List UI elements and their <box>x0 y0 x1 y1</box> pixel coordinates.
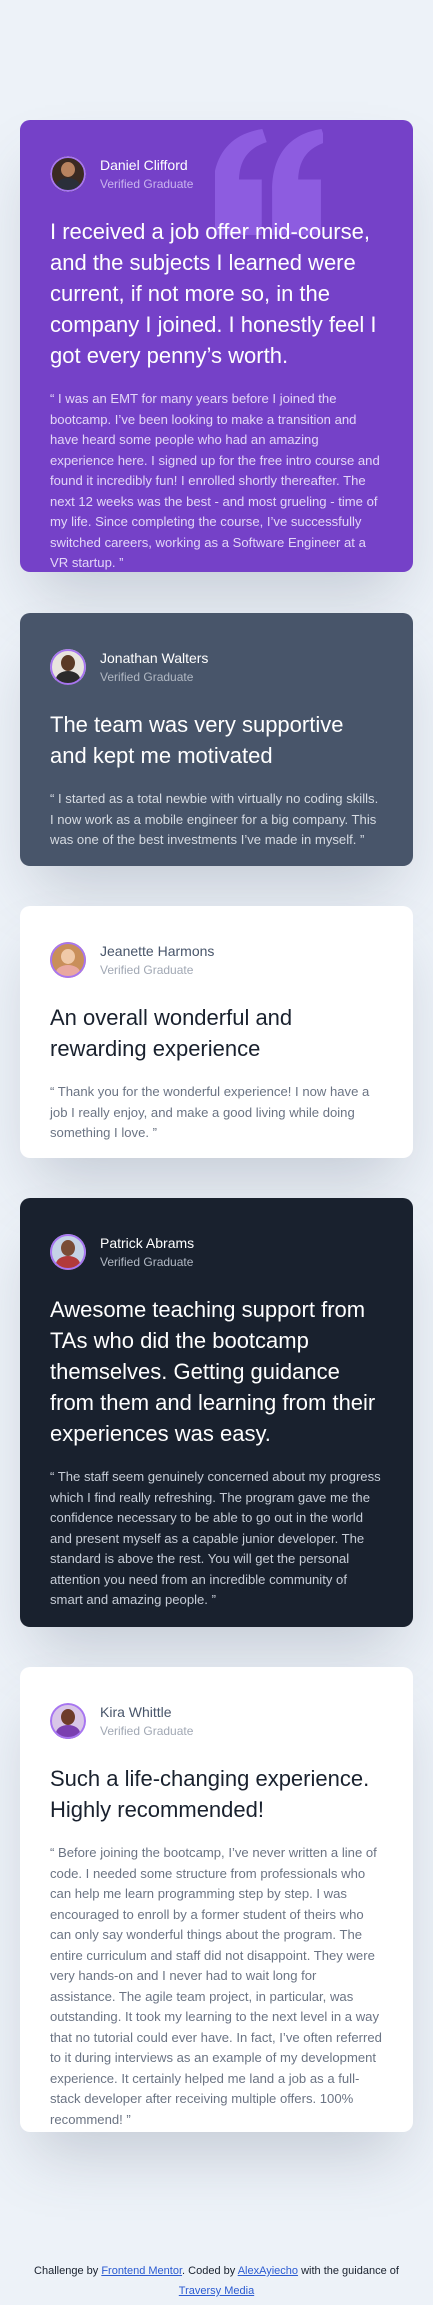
author-name: Kira Whittle <box>100 1704 172 1720</box>
testimonial-headline: The team was very supportive and kept me… <box>50 712 344 768</box>
avatar <box>50 942 86 978</box>
testimonial-headline: An overall wonderful and rewarding exper… <box>50 1005 293 1061</box>
footer-suffix: with the guidance of <box>301 2265 399 2277</box>
traversy-media-link[interactable]: Traversy Media <box>179 2285 254 2297</box>
testimonial-card-jeanette: Jeanette Harmons Verified Graduate An ov… <box>20 906 413 1158</box>
testimonial-headline: Such a life-changing experience. Highly … <box>50 1766 370 1822</box>
author-role: Verified Graduate <box>100 177 194 191</box>
testimonial-card-jonathan: Jonathan Walters Verified Graduate The t… <box>20 613 413 866</box>
testimonial-body: “ Thank you for the wonderful experience… <box>50 1084 370 1140</box>
author-info: Jeanette Harmons Verified Graduate <box>50 942 383 978</box>
testimonial-body: “ I started as a total newbie with virtu… <box>50 791 379 847</box>
testimonials-grid: Daniel Clifford Verified Graduate I rece… <box>0 0 433 2132</box>
avatar <box>50 1703 86 1739</box>
footer-prefix: Challenge by <box>34 2265 99 2277</box>
author-name: Daniel Clifford <box>100 157 188 173</box>
author-name: Jonathan Walters <box>100 650 209 666</box>
avatar <box>50 156 86 192</box>
author-info: Jonathan Walters Verified Graduate <box>50 649 383 685</box>
author-role: Verified Graduate <box>100 1724 194 1738</box>
author-name: Jeanette Harmons <box>100 943 215 959</box>
author-link[interactable]: AlexAyiecho <box>238 2265 298 2277</box>
testimonial-card-daniel: Daniel Clifford Verified Graduate I rece… <box>20 120 413 572</box>
testimonial-headline: I received a job offer mid-course, and t… <box>50 219 377 368</box>
avatar <box>50 1234 86 1270</box>
author-role: Verified Graduate <box>100 1255 194 1269</box>
footer-middle: . Coded by <box>182 2265 236 2277</box>
author-role: Verified Graduate <box>100 670 194 684</box>
testimonial-headline: Awesome teaching support from TAs who di… <box>50 1297 376 1446</box>
testimonial-body: “ Before joining the bootcamp, I’ve neve… <box>50 1845 382 2127</box>
testimonial-body: “ The staff seem genuinely concerned abo… <box>50 1469 381 1607</box>
author-name: Patrick Abrams <box>100 1235 195 1251</box>
testimonial-card-patrick: Patrick Abrams Verified Graduate Awesome… <box>20 1198 413 1627</box>
testimonial-body: “ I was an EMT for many years before I j… <box>50 391 380 570</box>
avatar <box>50 649 86 685</box>
author-info: Kira Whittle Verified Graduate <box>50 1703 383 1739</box>
author-info: Daniel Clifford Verified Graduate <box>50 156 383 192</box>
author-role: Verified Graduate <box>100 963 194 977</box>
attribution-footer: Challenge by Frontend Mentor. Coded by A… <box>0 2261 433 2301</box>
author-info: Patrick Abrams Verified Graduate <box>50 1234 383 1270</box>
frontend-mentor-link[interactable]: Frontend Mentor <box>101 2265 182 2277</box>
testimonial-card-kira: Kira Whittle Verified Graduate Such a li… <box>20 1667 413 2132</box>
